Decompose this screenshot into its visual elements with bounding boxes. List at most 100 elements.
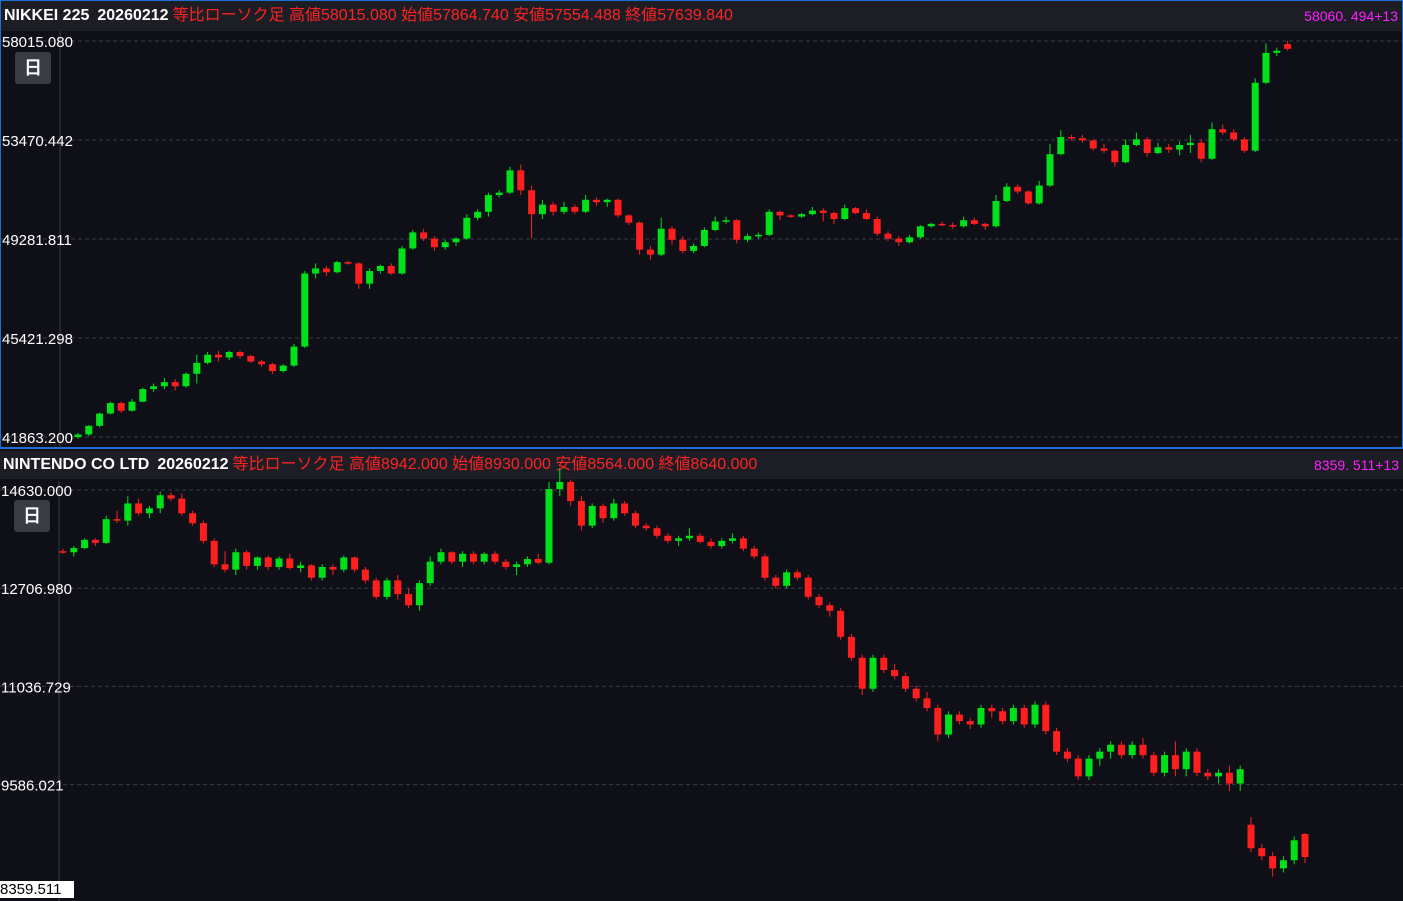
candle-body — [1236, 769, 1244, 784]
candle-body — [1117, 744, 1125, 756]
candle — [102, 515, 110, 544]
candle-body — [225, 352, 233, 358]
candle — [506, 166, 514, 194]
candle — [895, 236, 903, 246]
nintendo-candlestick-plot[interactable]: 14630.000 12706.980 11036.729 9586.021 — [0, 451, 1403, 901]
candle — [901, 673, 909, 692]
candle — [571, 204, 579, 215]
candle — [1100, 143, 1108, 154]
candle — [891, 663, 899, 680]
candle — [351, 556, 359, 573]
candle-body — [150, 386, 158, 390]
candle-body — [124, 503, 132, 521]
candle — [387, 263, 395, 275]
candle — [394, 574, 402, 600]
candle-body — [549, 204, 557, 212]
candle — [798, 212, 806, 218]
candle — [884, 231, 892, 242]
candle-body — [344, 262, 352, 264]
candle — [96, 412, 104, 428]
y-tick-label: 58015.080 — [2, 34, 73, 51]
candle — [405, 588, 413, 609]
candle-body — [1176, 145, 1184, 150]
candle — [783, 569, 791, 589]
candle — [793, 569, 801, 581]
y-tick-label: 9586.021 — [1, 778, 64, 795]
candle — [322, 265, 330, 277]
candle — [258, 360, 266, 367]
period-daily-button[interactable]: 日 — [14, 500, 50, 532]
nikkei-candlestick-plot[interactable]: 58015.080 53470.442 49281.811 45421.298 4186… — [1, 1, 1402, 448]
nikkei-chart-panel[interactable]: NIKKEI 225 20260212 等比ローソク足 高値58015.080 始値… — [0, 0, 1403, 449]
candle-body — [804, 577, 812, 597]
candle — [815, 594, 823, 609]
candle — [463, 214, 471, 240]
candle-body — [383, 580, 391, 597]
candle — [91, 538, 99, 547]
candle — [171, 379, 179, 391]
period-daily-button[interactable]: 日 — [15, 52, 51, 84]
candle-body — [361, 569, 369, 581]
candle-body — [1225, 772, 1233, 784]
candle-body — [1247, 824, 1255, 849]
candle — [1014, 184, 1022, 194]
candle-body — [707, 541, 715, 547]
candle — [577, 496, 585, 531]
candle-body — [405, 594, 413, 606]
candle-body — [463, 217, 471, 239]
candle — [1107, 741, 1115, 759]
nintendo-chart-panel[interactable]: NINTENDO CO LTD 20260212 等比ローソク足 高値8942.00… — [0, 451, 1403, 901]
candle-body — [441, 242, 449, 248]
candle — [711, 216, 719, 232]
candle-body — [1024, 191, 1032, 204]
candle-body — [858, 657, 866, 689]
candle — [949, 222, 957, 229]
candle-body — [938, 223, 946, 226]
candle — [700, 227, 708, 248]
candle — [970, 217, 978, 226]
candle — [858, 654, 866, 696]
candle — [448, 551, 456, 565]
candle-body — [495, 192, 503, 196]
candle — [657, 217, 665, 256]
candle-body — [955, 714, 963, 722]
candle-body — [1182, 751, 1190, 770]
candle — [70, 546, 78, 557]
candle — [1024, 190, 1032, 205]
candle-body — [340, 557, 348, 570]
candle-body — [102, 519, 110, 543]
candle — [923, 691, 931, 712]
candle-body — [869, 657, 877, 689]
candle — [960, 216, 968, 228]
candle-body — [474, 211, 482, 218]
candle-body — [221, 564, 229, 570]
candle — [1290, 836, 1298, 865]
candle — [409, 229, 417, 250]
candle-body — [912, 688, 920, 699]
candle-body — [409, 232, 417, 249]
candle — [243, 550, 251, 570]
candle — [279, 364, 287, 373]
y-tick-label: 11036.729 — [1, 679, 71, 696]
candle-body — [668, 228, 676, 240]
candle — [128, 398, 136, 412]
candle — [74, 433, 82, 439]
candle — [592, 197, 600, 206]
candle-body — [772, 577, 780, 586]
candle-body — [1219, 129, 1227, 133]
candle — [808, 206, 816, 216]
candle-body — [891, 669, 899, 677]
candle-body — [700, 229, 708, 246]
candle-body — [1161, 755, 1169, 773]
candle-body — [70, 548, 78, 553]
candle — [135, 498, 143, 516]
candle-body — [1035, 185, 1043, 204]
candle — [139, 387, 147, 403]
candle-body — [1279, 860, 1287, 869]
candle-body — [1284, 44, 1292, 49]
candle-body — [592, 199, 600, 203]
candle-body — [290, 346, 298, 366]
candle-body — [1186, 142, 1194, 146]
candle — [452, 237, 460, 246]
candle-body — [1100, 148, 1108, 151]
